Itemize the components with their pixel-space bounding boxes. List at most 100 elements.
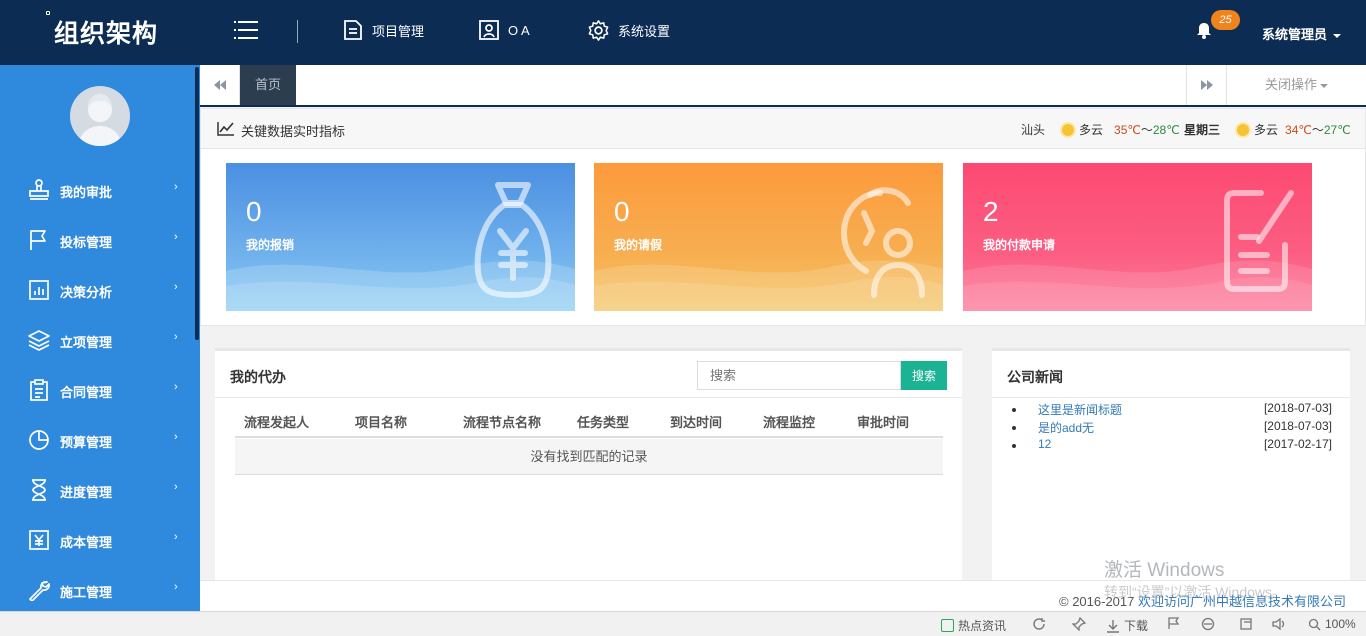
weather-today: 汕头 多云 35℃～28℃ — [1021, 121, 1180, 138]
bullet-icon — [1012, 444, 1016, 448]
search-button[interactable]: 搜索 — [901, 361, 947, 390]
person-leave-icon — [840, 187, 925, 298]
hot-news-button[interactable]: 热点资讯 — [941, 617, 1006, 634]
bell-icon[interactable] — [1196, 22, 1212, 39]
kpi-card-value: 0 — [614, 196, 630, 227]
todo-panel-title: 我的代办 — [230, 369, 286, 385]
kpi-card-leave[interactable]: 0 我的请假 — [594, 163, 943, 311]
sidebar-item-project-setup[interactable]: 立项管理 › — [0, 315, 195, 365]
temp-high: 34℃ — [1285, 123, 1312, 137]
clipboard-icon — [30, 379, 48, 401]
caret-down-icon — [1320, 83, 1328, 88]
sidebar-item-my-approval[interactable]: 我的审批 › — [0, 165, 195, 215]
wrench-icon — [29, 581, 50, 601]
pie-chart-icon — [29, 430, 49, 450]
download-button[interactable]: 下载 — [1106, 617, 1148, 634]
tab-scroll-right-button[interactable] — [1186, 65, 1226, 105]
download-label: 下载 — [1124, 619, 1149, 633]
divider — [992, 397, 1350, 398]
column-header[interactable]: 流程监控 — [763, 412, 815, 431]
browser-e-icon — [1201, 617, 1215, 631]
chevron-right-icon: › — [174, 231, 178, 243]
ie-button[interactable] — [1201, 617, 1215, 631]
column-header[interactable]: 审批时间 — [857, 412, 909, 431]
kpi-card-value: 2 — [983, 196, 999, 227]
tab-home[interactable]: 首页 — [240, 65, 296, 105]
tab-scroll-left-button[interactable] — [200, 65, 240, 105]
column-header[interactable]: 流程发起人 — [244, 412, 309, 431]
gear-icon — [588, 20, 609, 41]
kpi-card-payment[interactable]: 2 我的付款申请 — [963, 163, 1312, 311]
todo-panel: 我的代办 搜索 流程发起人 项目名称 流程节点名称 任务类型 到达时间 流程监控… — [215, 348, 962, 580]
user-menu[interactable]: 系统管理员 — [1262, 24, 1342, 43]
sidebar-item-schedule[interactable]: 进度管理 › — [0, 465, 195, 515]
sidebar-item-decision-analysis[interactable]: 决策分析 › — [0, 265, 195, 315]
weather-city: 汕头 — [1021, 123, 1046, 137]
bullet-icon — [1012, 426, 1016, 430]
flag-icon — [30, 230, 46, 250]
partly-cloudy-icon — [1237, 123, 1250, 136]
news-link[interactable]: 12 — [1038, 437, 1051, 451]
chevron-right-icon: › — [174, 381, 178, 393]
column-header[interactable]: 项目名称 — [355, 412, 407, 431]
weather-condition: 多云 — [1079, 123, 1104, 137]
kpi-panel-title: 关键数据实时指标 — [241, 124, 346, 139]
column-header[interactable]: 到达时间 — [670, 412, 722, 431]
kpi-panel-header: 关键数据实时指标 汕头 多云 35℃～28℃ 星期三 多云 34℃～27℃ — [201, 109, 1365, 149]
double-chevron-right-icon — [1200, 80, 1213, 90]
chevron-right-icon: › — [174, 481, 178, 493]
partly-cloudy-icon — [1062, 123, 1075, 136]
refresh-status-button[interactable] — [1032, 617, 1046, 631]
sidebar-item-label: 成本管理 — [60, 535, 113, 550]
pin-button[interactable] — [1072, 617, 1086, 631]
money-bag-icon — [474, 182, 552, 299]
news-date: [2018-07-03] — [1263, 401, 1332, 415]
sidebar-scrollbar[interactable] — [195, 67, 199, 340]
kpi-card-expense[interactable]: 0 我的报销 — [226, 163, 575, 311]
logo-mark — [46, 11, 50, 15]
flag-button[interactable] — [1167, 617, 1180, 630]
news-link[interactable]: 是的add无 — [1038, 419, 1094, 436]
close-operations-dropdown[interactable]: 关闭操作 — [1226, 65, 1366, 105]
list-item: 这里是新闻标题 [2018-07-03] — [1012, 401, 1332, 419]
sidebar-item-budget[interactable]: 预算管理 › — [0, 415, 195, 465]
sidebar-item-label: 进度管理 — [60, 485, 113, 500]
news-date: [2017-02-17] — [1263, 437, 1332, 451]
notification-badge: 25 — [1211, 10, 1240, 30]
top-header: 组织架构 项目管理 O A 系统设置 25 系统管理员 — [0, 0, 1366, 65]
nav-system-settings[interactable]: 系统设置 — [587, 19, 670, 42]
avatar[interactable] — [70, 86, 130, 146]
nav-oa[interactable]: O A — [478, 19, 530, 41]
nav-project-management[interactable]: 项目管理 — [342, 19, 424, 41]
sidebar-item-label: 施工管理 — [60, 585, 113, 600]
sidebar-item-bidding[interactable]: 投标管理 › — [0, 215, 195, 265]
yen-icon — [29, 530, 49, 550]
download-icon — [1107, 619, 1119, 633]
bar-chart-icon — [29, 280, 49, 300]
table-header: 流程发起人 项目名称 流程节点名称 任务类型 到达时间 流程监控 审批时间 — [235, 401, 943, 438]
menu-toggle-icon[interactable] — [234, 21, 258, 43]
pin-icon — [1072, 617, 1086, 631]
news-panel: 公司新闻 这里是新闻标题 [2018-07-03] 是的add无 [2018-0… — [992, 348, 1350, 580]
column-header[interactable]: 流程节点名称 — [463, 412, 541, 431]
chevron-right-icon: › — [174, 181, 178, 193]
window-icon — [1240, 618, 1252, 630]
zoom-control[interactable]: 100% — [1308, 617, 1356, 631]
news-link[interactable]: 这里是新闻标题 — [1038, 401, 1122, 418]
sidebar-item-contract[interactable]: 合同管理 › — [0, 365, 195, 415]
magnifier-icon — [1308, 618, 1321, 630]
mute-button[interactable] — [1272, 617, 1287, 631]
app-title[interactable]: 组织架构 — [54, 14, 158, 50]
weather-condition: 多云 — [1254, 123, 1279, 137]
chevron-right-icon: › — [174, 281, 178, 293]
sidebar-item-construction[interactable]: 施工管理 › — [0, 565, 195, 611]
kpi-card-label: 我的报销 — [246, 238, 295, 252]
column-header[interactable]: 任务类型 — [577, 412, 629, 431]
weather-tomorrow: 星期三 多云 34℃～27℃ — [1184, 121, 1351, 138]
kpi-panel: 关键数据实时指标 汕头 多云 35℃～28℃ 星期三 多云 34℃～27℃ 0 … — [200, 108, 1366, 326]
search-input[interactable] — [697, 361, 901, 390]
sidebar-item-cost[interactable]: 成本管理 › — [0, 515, 195, 565]
nav-label: O A — [508, 22, 530, 38]
speaker-icon — [1272, 617, 1285, 631]
window-button[interactable] — [1239, 617, 1253, 631]
